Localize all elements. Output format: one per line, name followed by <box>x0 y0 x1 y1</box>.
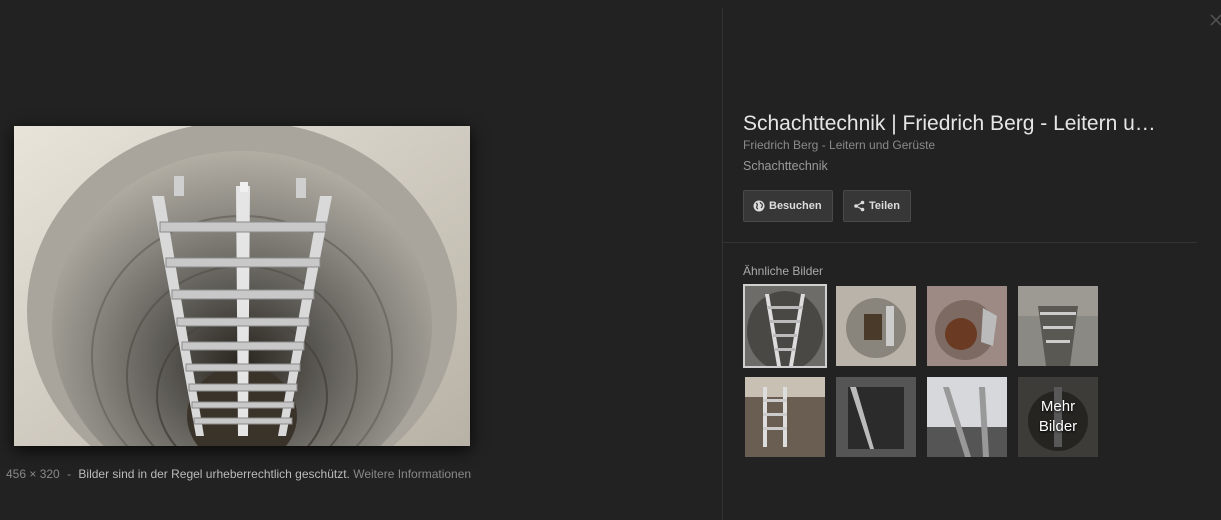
similar-thumb[interactable] <box>745 377 825 457</box>
similar-thumb[interactable] <box>927 377 1007 457</box>
result-title[interactable]: Schachttechnik | Friedrich Berg - Leiter… <box>743 112 1183 136</box>
section-divider <box>723 242 1197 243</box>
thumb-manhole-bottom <box>927 286 1007 366</box>
thumb-ladder-top <box>1018 286 1098 366</box>
thumb-ladder-shaft <box>745 286 825 366</box>
result-source[interactable]: Friedrich Berg - Leitern und Gerüste <box>743 138 935 152</box>
main-image[interactable] <box>14 126 470 446</box>
more-label-line1: Mehr <box>1040 398 1076 415</box>
globe-icon <box>753 200 765 212</box>
visit-button-label: Besuchen <box>769 200 822 212</box>
close-icon[interactable] <box>1208 12 1221 28</box>
image-dimensions: 456 × 320 <box>6 467 60 481</box>
info-separator: - <box>67 467 72 481</box>
share-icon <box>854 200 865 212</box>
share-button[interactable]: Teilen <box>843 190 911 222</box>
more-info-link[interactable]: Weitere Informationen <box>353 467 471 481</box>
thumb-square-shaft <box>836 377 916 457</box>
similar-thumb[interactable] <box>927 286 1007 366</box>
similar-thumb[interactable] <box>836 377 916 457</box>
visit-button[interactable]: Besuchen <box>743 190 833 222</box>
thumb-ladder-outdoor <box>927 377 1007 457</box>
result-category: Schachttechnik <box>743 159 828 173</box>
more-images-button[interactable]: Mehr Bilder <box>1018 377 1098 457</box>
more-images-label: Mehr Bilder <box>1018 377 1098 457</box>
image-info: 456 × 320 - Bilder sind in der Regel urh… <box>6 467 471 481</box>
similar-thumb[interactable] <box>743 284 827 368</box>
share-button-label: Teilen <box>869 200 900 212</box>
shaft-ladder-image <box>14 126 470 446</box>
similar-thumb[interactable] <box>836 286 916 366</box>
similar-thumb[interactable] <box>1018 286 1098 366</box>
thumb-manhole-top <box>836 286 916 366</box>
copyright-notice: Bilder sind in der Regel urheberrechtlic… <box>78 467 350 481</box>
more-label-line2: Bilder <box>1038 418 1078 435</box>
panel-divider <box>722 8 723 520</box>
similar-images-heading: Ähnliche Bilder <box>743 264 824 278</box>
thumb-ladder-side <box>745 377 825 457</box>
